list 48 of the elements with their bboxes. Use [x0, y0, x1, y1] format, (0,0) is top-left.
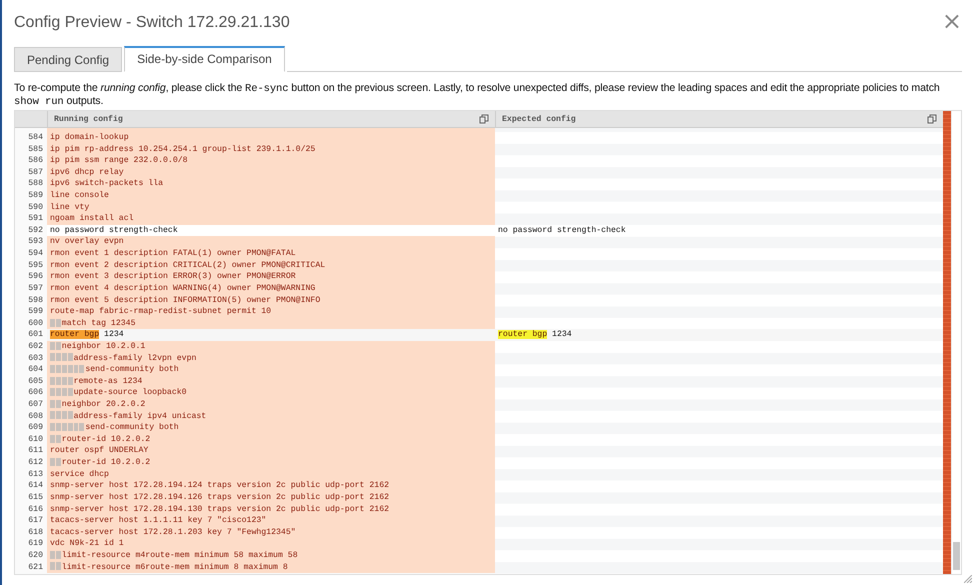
tab[interactable]: Side-by-side Comparison — [124, 46, 285, 72]
line-number: 596 — [15, 271, 47, 283]
line-number: 615 — [15, 492, 47, 504]
tab[interactable]: Pending Config — [14, 47, 122, 72]
line-number: 616 — [15, 504, 47, 516]
resize-grip-icon[interactable] — [964, 575, 972, 583]
copy-icon[interactable] — [479, 114, 489, 124]
line-number: 598 — [15, 294, 47, 306]
line-number: 590 — [15, 202, 47, 214]
line-number: 601 — [15, 329, 47, 341]
column-header: Running config — [47, 111, 495, 127]
line-number: 592 — [15, 224, 47, 236]
line-number: 587 — [15, 166, 47, 178]
line-number: 591 — [15, 213, 47, 225]
line-number: 621 — [15, 562, 47, 574]
line-number: 597 — [15, 282, 47, 295]
line-number: 609 — [15, 422, 47, 434]
instructions-text: To re-compute the running config, please click the Re-sync button on the previous screen. Lastly, to resolve unexpected diffs, please review the leading spaces and edit the appropriate policies to match show run outputs. — [14, 82, 941, 108]
line-number: 589 — [15, 190, 47, 202]
line-number: 620 — [15, 550, 47, 562]
dialog-title: Config Preview - Switch 172.29.21.130 — [14, 14, 290, 32]
line-number: 602 — [15, 340, 47, 353]
copy-icon[interactable] — [927, 114, 937, 124]
line-number: 612 — [15, 457, 47, 469]
line-number: 599 — [15, 306, 47, 318]
line-number: 603 — [15, 352, 47, 364]
close-button[interactable]: × — [942, 9, 962, 37]
line-number: 586 — [15, 155, 47, 167]
line-number: 593 — [15, 236, 47, 248]
line-number: 617 — [15, 515, 47, 527]
line-number: 608 — [15, 410, 47, 422]
line-number: 614 — [15, 480, 47, 492]
line-number: 595 — [15, 260, 47, 272]
line-number: 605 — [15, 376, 47, 388]
line-number: 618 — [15, 526, 47, 538]
line-number: 594 — [15, 248, 47, 260]
scrollbar-thumb[interactable] — [953, 542, 960, 570]
line-number: 606 — [15, 387, 47, 400]
line-number: 613 — [15, 468, 47, 480]
line-number: 588 — [15, 178, 47, 190]
line-number: 604 — [15, 364, 47, 376]
line-number: 611 — [15, 445, 47, 458]
line-number: 584 — [15, 132, 47, 144]
line-number: 610 — [15, 434, 47, 446]
line-number: 585 — [15, 144, 47, 156]
line-number: 607 — [15, 399, 47, 411]
line-number: 619 — [15, 538, 47, 550]
line-number: 600 — [15, 318, 47, 330]
